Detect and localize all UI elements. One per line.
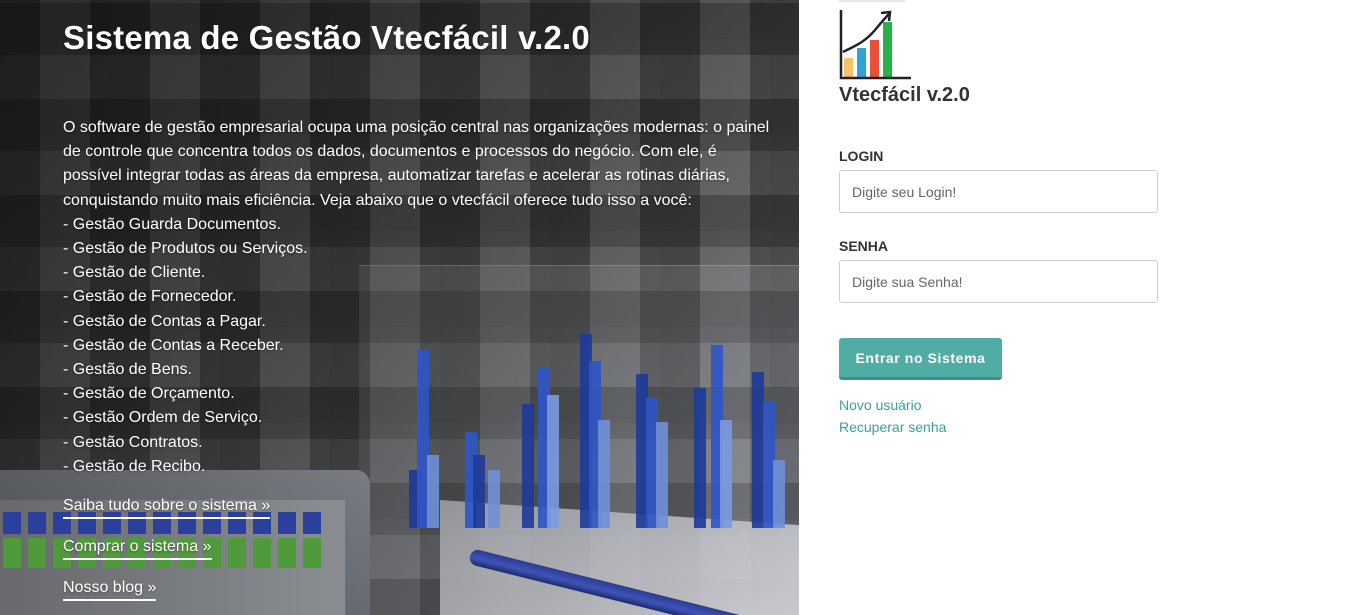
background-mini-bar bbox=[3, 538, 21, 568]
feature-item: - Gestão de Recibo. bbox=[63, 457, 206, 475]
background-mini-bar bbox=[28, 512, 46, 534]
hero-links: Saiba tudo sobre o sistema » Comprar o s… bbox=[63, 497, 783, 615]
login-input[interactable] bbox=[839, 170, 1158, 213]
login-submit-button[interactable]: Entrar no Sistema bbox=[839, 338, 1002, 380]
hero-content: Sistema de Gestão Vtecfácil v.2.0 O soft… bbox=[63, 0, 783, 615]
feature-list: - Gestão Guarda Documentos. - Gestão de … bbox=[63, 213, 775, 479]
feature-item: - Gestão de Bens. bbox=[63, 361, 192, 379]
new-user-link[interactable]: Novo usuário bbox=[839, 397, 922, 413]
feature-item: - Gestão de Fornecedor. bbox=[63, 288, 237, 306]
background-mini-bar bbox=[28, 538, 46, 568]
brand-name: Vtecfácil v.2.0 bbox=[839, 84, 970, 106]
top-divider bbox=[839, 0, 905, 2]
feature-item: - Gestão de Orçamento. bbox=[63, 385, 235, 403]
blog-link[interactable]: Nosso blog » bbox=[63, 579, 157, 602]
feature-item: - Gestão de Contas a Receber. bbox=[63, 336, 284, 354]
feature-item: - Gestão de Produtos ou Serviços. bbox=[63, 240, 308, 258]
hero-intro: O software de gestão empresarial ocupa u… bbox=[63, 119, 770, 209]
feature-item: - Gestão Contratos. bbox=[63, 433, 203, 451]
buy-system-link[interactable]: Comprar o sistema » bbox=[63, 538, 212, 561]
feature-item: - Gestão Ordem de Serviço. bbox=[63, 409, 263, 427]
growth-chart-icon bbox=[839, 10, 911, 80]
about-system-link[interactable]: Saiba tudo sobre o sistema » bbox=[63, 497, 271, 520]
hero-title: Sistema de Gestão Vtecfácil v.2.0 bbox=[63, 19, 590, 56]
feature-item: - Gestão de Cliente. bbox=[63, 264, 206, 282]
password-label: SENHA bbox=[839, 238, 889, 254]
feature-item: - Gestão de Contas a Pagar. bbox=[63, 312, 266, 330]
feature-item: - Gestão Guarda Documentos. bbox=[63, 215, 281, 233]
login-label: LOGIN bbox=[839, 148, 884, 164]
hero-description: O software de gestão empresarial ocupa u… bbox=[63, 116, 775, 479]
hero-panel: Sistema de Gestão Vtecfácil v.2.0 O soft… bbox=[0, 0, 799, 615]
login-panel: Vtecfácil v.2.0 LOGIN SENHA Entrar no Si… bbox=[799, 0, 1366, 615]
recover-password-link[interactable]: Recuperar senha bbox=[839, 419, 946, 435]
background-mini-bar bbox=[3, 512, 21, 534]
password-input[interactable] bbox=[839, 260, 1158, 303]
